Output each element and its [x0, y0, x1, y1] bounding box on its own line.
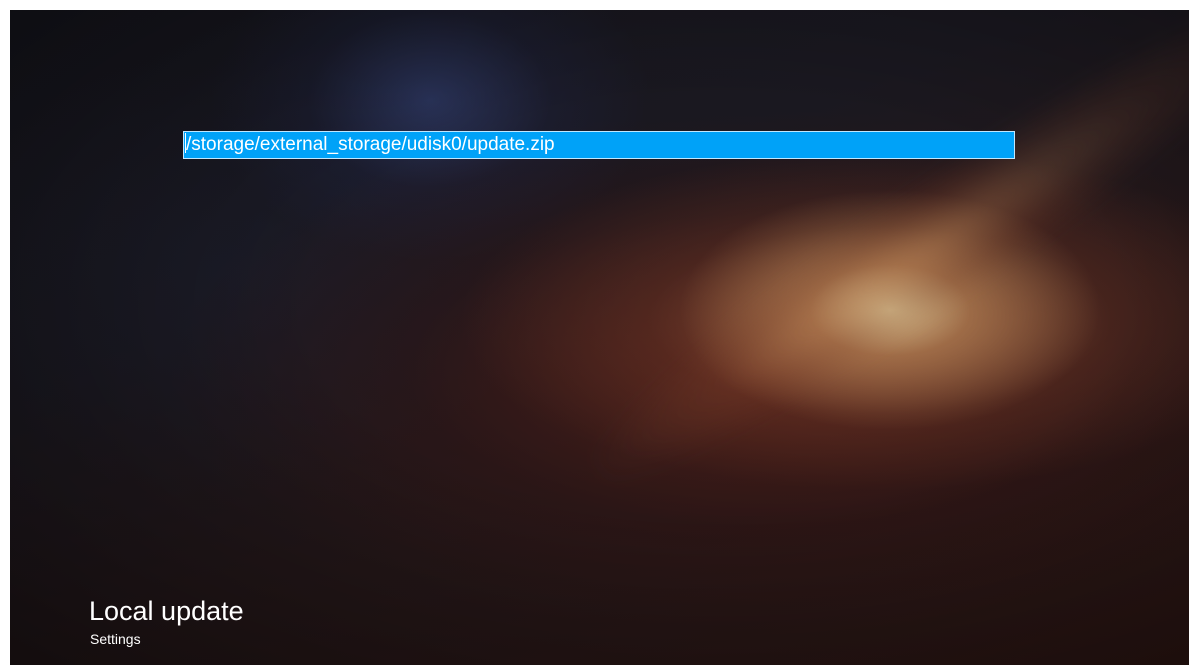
page-subtitle: Settings — [90, 631, 141, 647]
wallpaper-vignette — [10, 10, 1189, 665]
page-title-block: Local update Settings — [89, 594, 244, 648]
update-file-path-field[interactable]: /storage/external_storage/udisk0/update.… — [183, 131, 1015, 159]
nebula-wallpaper — [566, 10, 1189, 520]
screen: /storage/external_storage/udisk0/update.… — [10, 10, 1189, 665]
page-title: Local update — [89, 596, 244, 626]
update-file-path-text: /storage/external_storage/udisk0/update.… — [186, 134, 555, 155]
